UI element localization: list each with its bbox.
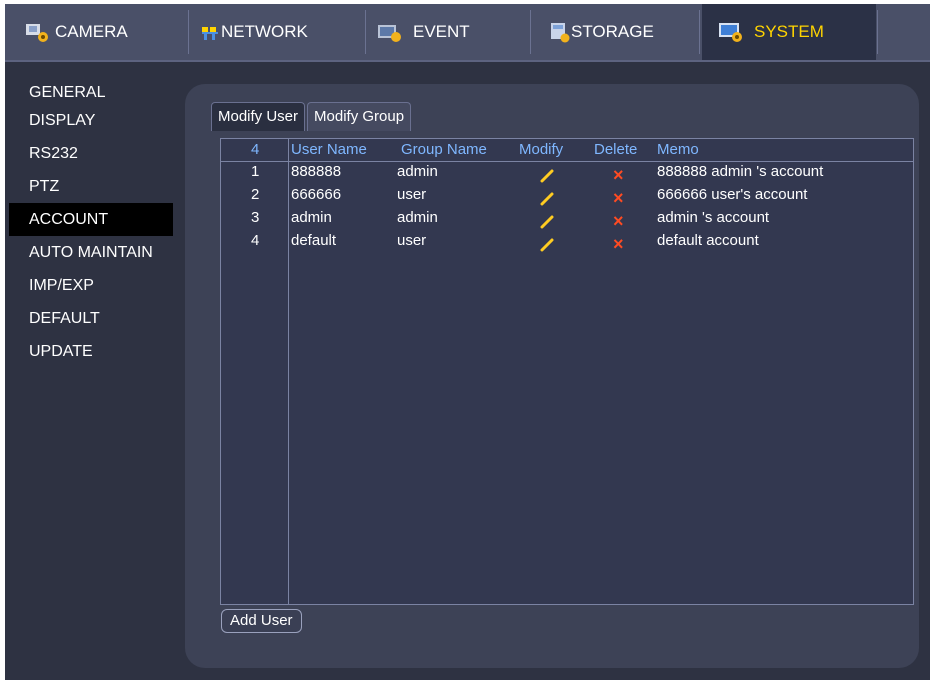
header-delete: Delete <box>594 141 638 158</box>
user-count: 4 <box>251 141 260 158</box>
sidebar-item-account[interactable]: ACCOUNT <box>9 203 173 236</box>
table-row[interactable]: 1 888888 admin × 888888 admin 's account <box>221 163 913 186</box>
delete-x-icon[interactable]: × <box>613 166 627 184</box>
top-menu-bar: CAMERA NETWORK EVENT STORAGE SYSTEM <box>5 4 930 62</box>
header-user-name: User Name <box>291 141 367 158</box>
sidebar-item-label: PTZ <box>29 178 60 195</box>
tab-event-label: EVENT <box>413 22 470 41</box>
row-user-name: 888888 <box>291 163 342 180</box>
row-group-name: admin <box>397 209 438 226</box>
tab-modify-group[interactable]: Modify Group <box>307 102 412 131</box>
sidebar-item-rs232[interactable]: RS232 <box>5 137 177 170</box>
pencil-icon[interactable] <box>539 213 555 229</box>
delete-x-icon[interactable]: × <box>613 235 627 253</box>
row-user-name: admin <box>291 209 332 226</box>
sidebar-item-label: AUTO MAINTAIN <box>29 244 153 261</box>
row-memo: 888888 admin 's account <box>657 163 824 180</box>
table-header: 4 User Name Group Name Modify Delete Mem… <box>221 139 913 162</box>
system-icon <box>718 21 744 43</box>
sidebar-item-ptz[interactable]: PTZ <box>5 170 177 203</box>
sidebar-item-imp-exp[interactable]: IMP/EXP <box>5 269 177 302</box>
tab-separator <box>699 10 700 54</box>
tab-system-label: SYSTEM <box>754 22 824 41</box>
account-subtabs: Modify User Modify Group <box>211 102 413 131</box>
tab-storage-label: STORAGE <box>571 22 654 41</box>
delete-x-icon[interactable]: × <box>613 189 627 207</box>
tab-separator <box>188 10 189 54</box>
event-icon <box>377 21 403 43</box>
add-user-button[interactable]: Add User <box>221 609 302 633</box>
pencil-icon[interactable] <box>539 236 555 252</box>
pencil-icon[interactable] <box>539 167 555 183</box>
row-user-name: default <box>291 232 337 249</box>
sidebar-item-label: IMP/EXP <box>29 277 94 294</box>
row-user-name: 666666 <box>291 186 342 203</box>
row-index: 3 <box>251 209 260 226</box>
header-group-name: Group Name <box>401 141 487 158</box>
system-sidebar: GENERAL DISPLAY RS232 PTZ ACCOUNT AUTO M… <box>5 78 177 368</box>
row-group-name: admin <box>397 163 438 180</box>
row-memo: 666666 user's account <box>657 186 808 203</box>
tab-camera[interactable]: CAMERA <box>25 4 128 60</box>
pencil-icon[interactable] <box>539 190 555 206</box>
row-index: 1 <box>251 163 260 180</box>
sidebar-item-update[interactable]: UPDATE <box>5 335 177 368</box>
table-row[interactable]: 2 666666 user × 666666 user's account <box>221 186 913 209</box>
dvr-window: CAMERA NETWORK EVENT STORAGE SYSTEM GENE… <box>5 4 930 680</box>
header-memo: Memo <box>657 141 699 158</box>
sidebar-item-label: GENERAL <box>29 84 106 101</box>
row-index: 2 <box>251 186 260 203</box>
sidebar-item-label: UPDATE <box>29 343 93 360</box>
row-group-name: user <box>397 186 427 203</box>
sidebar-item-default[interactable]: DEFAULT <box>5 302 177 335</box>
header-modify: Modify <box>519 141 564 158</box>
sidebar-item-auto-maintain[interactable]: AUTO MAINTAIN <box>5 236 177 269</box>
tab-separator <box>877 10 878 54</box>
sidebar-item-label: DEFAULT <box>29 310 100 327</box>
row-group-name: user <box>397 232 427 249</box>
sidebar-item-general[interactable]: GENERAL <box>5 78 177 104</box>
storage-icon <box>549 21 571 43</box>
table-row[interactable]: 4 default user × default account <box>221 232 913 255</box>
row-index: 4 <box>251 232 260 249</box>
tab-camera-label: CAMERA <box>55 22 128 41</box>
tab-modify-user[interactable]: Modify User <box>211 102 306 131</box>
tab-event[interactable]: EVENT <box>377 4 470 60</box>
sidebar-item-label: ACCOUNT <box>29 211 109 228</box>
tab-separator <box>530 10 531 54</box>
sidebar-item-display[interactable]: DISPLAY <box>5 104 177 137</box>
tab-separator <box>365 10 366 54</box>
sidebar-item-label: RS232 <box>29 145 78 162</box>
delete-x-icon[interactable]: × <box>613 212 627 230</box>
user-table: 4 User Name Group Name Modify Delete Mem… <box>220 138 914 605</box>
row-memo: default account <box>657 232 759 249</box>
tab-system[interactable]: SYSTEM <box>702 4 876 60</box>
network-icon <box>201 21 221 43</box>
tab-storage[interactable]: STORAGE <box>549 4 654 60</box>
account-panel: Modify User Modify Group 4 User Name Gro… <box>185 84 919 668</box>
sidebar-item-label: DISPLAY <box>29 112 96 129</box>
tab-network[interactable]: NETWORK <box>201 4 308 60</box>
tab-network-label: NETWORK <box>221 22 308 41</box>
row-memo: admin 's account <box>657 209 770 226</box>
camera-icon <box>25 21 51 43</box>
table-row[interactable]: 3 admin admin × admin 's account <box>221 209 913 232</box>
